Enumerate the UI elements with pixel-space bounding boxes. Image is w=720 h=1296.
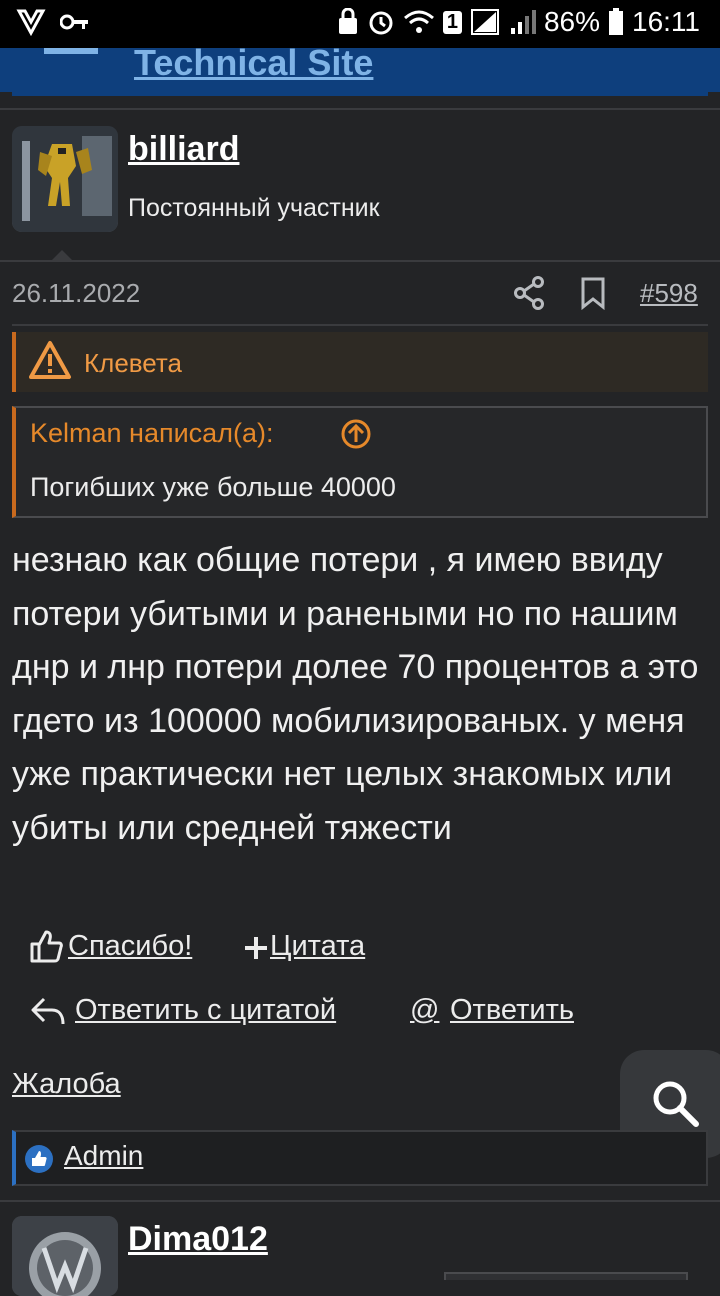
share-icon[interactable] [514, 276, 546, 310]
vpn-shield-icon [16, 9, 46, 36]
author-avatar[interactable] [12, 126, 118, 232]
post-body: незнаю как общие потери , я имею ввиду п… [12, 541, 699, 847]
quote-text: Погибших уже больше 40000 [30, 472, 396, 502]
car-logo-avatar-icon [12, 1216, 118, 1296]
divider [0, 108, 720, 110]
author-title: Постоянный участник [128, 194, 380, 222]
post-date[interactable]: 26.11.2022 [12, 278, 140, 309]
signal-icon [470, 9, 499, 35]
plus-icon[interactable] [242, 934, 270, 962]
site-header: Technical Site [0, 48, 720, 92]
go-to-quote-icon[interactable] [340, 418, 372, 450]
menu-icon[interactable] [44, 48, 98, 54]
thanks-button[interactable]: Спасибо! [68, 930, 192, 963]
key-icon [60, 14, 88, 30]
robot-avatar-icon [12, 126, 118, 232]
header-underline [12, 92, 708, 96]
status-bar: 1 86% 16:11 [0, 0, 720, 48]
site-title-link[interactable]: Technical Site [134, 48, 373, 84]
reply-button[interactable]: Ответить [450, 994, 574, 1027]
reply-with-quote-button[interactable]: Ответить с цитатой [75, 994, 336, 1027]
warning-icon [29, 341, 71, 379]
author-username[interactable]: billiard [128, 130, 239, 169]
like-icon[interactable] [28, 928, 64, 964]
at-icon[interactable]: @ [410, 994, 439, 1027]
quote-author-link[interactable]: Kelman написал(а): [30, 418, 273, 449]
divider [0, 1200, 720, 1202]
divider [0, 260, 720, 262]
next-author-badge [444, 1272, 688, 1280]
caret-icon [50, 250, 74, 262]
like-reaction-icon [25, 1145, 53, 1173]
reply-arrow-icon[interactable] [30, 996, 66, 1028]
search-icon [653, 1081, 699, 1127]
battery-percent: 86% [543, 6, 600, 37]
post-number-link[interactable]: #598 [640, 278, 698, 309]
next-author-username[interactable]: Dima012 [128, 1220, 268, 1259]
wifi-icon [403, 10, 434, 33]
divider [12, 324, 708, 326]
lock-app-icon [338, 8, 357, 34]
quote-button[interactable]: Цитата [270, 930, 365, 963]
battery-icon [609, 8, 623, 35]
quote-block: Kelman написал(а): Погибших уже больше 4… [12, 406, 708, 518]
reactions-bar[interactable]: Admin [12, 1130, 708, 1186]
sim-badge: 1 [442, 10, 462, 34]
warning-label: Клевета [84, 348, 182, 378]
alarm-icon [369, 11, 393, 35]
next-author-avatar[interactable] [12, 1216, 118, 1296]
signal-bars-icon [510, 10, 536, 34]
bookmark-icon[interactable] [580, 276, 606, 310]
warning-notice: Клевета [12, 332, 708, 392]
reaction-user-link[interactable]: Admin [64, 1140, 143, 1172]
clock: 16:11 [632, 6, 700, 37]
report-link[interactable]: Жалоба [12, 1068, 121, 1101]
